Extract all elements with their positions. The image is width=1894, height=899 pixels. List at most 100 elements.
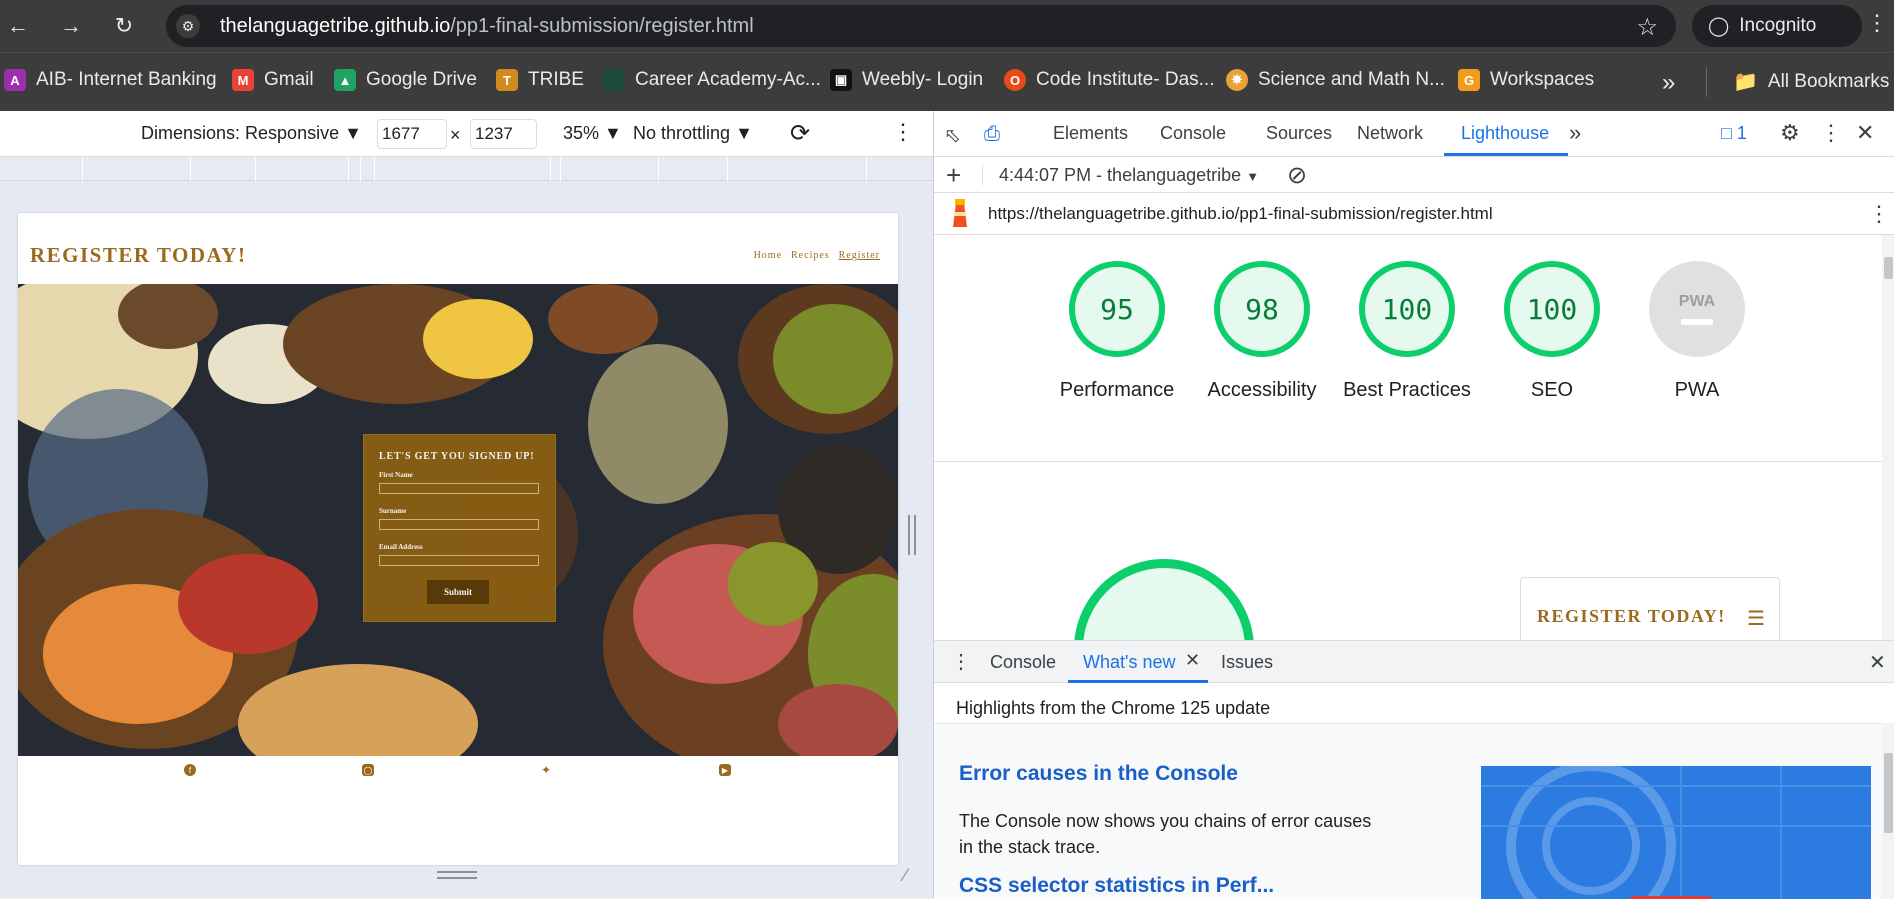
score-label-pwa: PWA (1674, 379, 1720, 401)
divider (934, 461, 1882, 462)
instagram-icon[interactable]: ◯ (362, 764, 374, 776)
report-url: https://thelanguagetribe.github.io/pp1-f… (988, 204, 1493, 223)
bookmark-gmail[interactable]: M Gmail (232, 69, 314, 91)
facebook-icon[interactable]: f (184, 764, 196, 776)
twitter-icon[interactable]: ✦ (540, 763, 552, 777)
url-path: /pp1-final-submission/register.html (450, 15, 754, 37)
drawer-tab-console[interactable]: Console (990, 652, 1056, 673)
zoom-dropdown[interactable]: 35% ▼ (563, 123, 622, 144)
nav-home[interactable]: Home (754, 250, 782, 261)
drawer-tab-issues[interactable]: Issues (1221, 652, 1273, 673)
device-toolbar-menu-icon[interactable]: ⋮ (892, 119, 914, 145)
devtools-menu-icon[interactable]: ⋮ (1820, 120, 1842, 146)
page-title: REGISTER TODAY! (30, 243, 247, 267)
device-width-input[interactable] (377, 119, 447, 149)
drawer-tab-whats-new[interactable]: What's new (1083, 652, 1175, 673)
bookmark-weebly[interactable]: ▣ Weebly- Login (830, 69, 983, 91)
more-tabs-icon[interactable]: » (1569, 120, 1581, 146)
clear-report-icon[interactable]: ⊘ (1287, 161, 1307, 190)
surname-field[interactable] (379, 519, 539, 530)
bookmark-label: Career Academy-Ac... (635, 69, 821, 90)
email-field[interactable] (379, 555, 539, 566)
tab-elements[interactable]: Elements (1053, 123, 1128, 144)
zoom-label: 35% (563, 123, 600, 143)
hero-image: LET'S GET YOU SIGNED UP! First Name Surn… (18, 284, 898, 756)
tab-sources[interactable]: Sources (1266, 123, 1332, 144)
tab-network[interactable]: Network (1357, 123, 1423, 144)
dimensions-dropdown[interactable]: Dimensions: Responsive ▼ (141, 123, 362, 144)
bookmark-career-academy[interactable]: Career Academy-Ac... (603, 69, 821, 91)
score-gauge-accessibility[interactable]: 98 (1214, 261, 1310, 357)
bookmark-science-math[interactable]: ✸ Science and Math N... (1226, 69, 1445, 91)
device-toggle-icon[interactable]: ⎙ (984, 123, 1000, 146)
devtools-drawer: ⋮ Console What's new ✕ Issues ✕ Highligh… (934, 640, 1894, 899)
drawer-scrollbar[interactable] (1882, 723, 1894, 899)
rotate-icon[interactable]: ⟳ (790, 119, 810, 148)
url-text[interactable]: thelanguagetribe.github.io/pp1-final-sub… (220, 15, 754, 38)
reload-icon[interactable]: ↻ (108, 10, 140, 42)
device-height-input[interactable] (470, 119, 537, 149)
first-name-field[interactable] (379, 483, 539, 494)
promo-image[interactable] (1481, 766, 1871, 899)
submit-button[interactable]: Submit (427, 580, 489, 604)
scrollbar-thumb[interactable] (1884, 257, 1893, 279)
resize-handle-right[interactable] (908, 515, 916, 555)
pwa-badge-icon[interactable]: PWA (1649, 261, 1745, 357)
bookmark-tribe[interactable]: T TRIBE (496, 69, 584, 91)
tab-lighthouse[interactable]: Lighthouse (1461, 123, 1549, 144)
close-drawer-icon[interactable]: ✕ (1869, 650, 1886, 675)
score-label-best-practices: Best Practices (1343, 379, 1471, 401)
thumbnail-title: REGISTER TODAY! (1537, 606, 1726, 626)
resize-corner-handle[interactable]: ∕ (904, 865, 907, 886)
report-selector[interactable]: 4:44:07 PM - thelanguagetribe ▼ (999, 165, 1259, 186)
address-bar[interactable]: ⚙ thelanguagetribe.github.io/pp1-final-s… (166, 5, 1676, 47)
nav-recipes[interactable]: Recipes (791, 250, 830, 261)
bookmark-google-drive[interactable]: ▲ Google Drive (334, 69, 477, 91)
score-gauge-performance[interactable]: 95 (1069, 261, 1165, 357)
back-arrow-icon[interactable]: ← (2, 10, 34, 42)
forward-arrow-icon[interactable]: → (55, 10, 87, 42)
incognito-label: Incognito (1739, 15, 1817, 36)
score-gauge-seo[interactable]: 100 (1504, 261, 1600, 357)
report-label: 4:44:07 PM - thelanguagetribe (999, 165, 1242, 185)
report-scrollbar[interactable] (1882, 235, 1894, 640)
incognito-badge[interactable]: ◯ Incognito (1692, 5, 1862, 47)
nav-register[interactable]: Register (839, 250, 880, 261)
close-devtools-icon[interactable]: ✕ (1856, 120, 1874, 146)
inspect-element-icon[interactable]: ⬁ (944, 123, 961, 148)
resize-handle-bottom[interactable] (437, 871, 477, 879)
whats-new-highlights: Highlights from the Chrome 125 update (956, 698, 1271, 718)
bookmarks-overflow-icon[interactable]: » (1662, 69, 1675, 97)
bookmark-label: Google Drive (366, 69, 477, 90)
site-nav: Home Recipes Register (754, 250, 880, 261)
throttling-dropdown[interactable]: No throttling ▼ (633, 123, 753, 144)
issues-counter[interactable]: □ 1 (1721, 123, 1747, 144)
all-bookmarks[interactable]: 📁 All Bookmarks (1733, 69, 1889, 94)
bookmark-aib[interactable]: A AIB- Internet Banking (4, 69, 217, 91)
scrollbar-thumb[interactable] (1884, 753, 1893, 833)
bookmark-code-institute[interactable]: O Code Institute- Das... (1004, 69, 1214, 91)
social-footer: f ◯ ✦ ▶ (18, 758, 898, 782)
pwa-badge-text: PWA (1678, 293, 1716, 310)
close-tab-icon[interactable]: ✕ (1185, 650, 1200, 671)
bookmark-workspaces[interactable]: G Workspaces (1458, 69, 1594, 91)
weebly-icon: ▣ (830, 69, 852, 91)
score-label-seo: SEO (1530, 379, 1574, 401)
new-report-plus-icon[interactable]: + (946, 160, 961, 191)
bookmark-label: Code Institute- Das... (1036, 69, 1215, 90)
devtools-tab-bar: ⬁ ⎙ Elements Console Sources Network Lig… (934, 111, 1894, 157)
tab-console[interactable]: Console (1160, 123, 1226, 144)
site-info-icon[interactable]: ⚙ (176, 14, 200, 38)
media-query-ruler[interactable] (0, 157, 933, 181)
youtube-icon[interactable]: ▶ (719, 764, 731, 776)
score-gauge-best-practices[interactable]: 100 (1359, 261, 1455, 357)
browser-menu-icon[interactable]: ⋮ (1866, 10, 1888, 36)
bookmark-star-icon[interactable]: ☆ (1636, 13, 1658, 42)
next-article-title[interactable]: CSS selector statistics in Perf... (959, 874, 1274, 898)
settings-gear-icon[interactable]: ⚙ (1780, 120, 1800, 146)
surname-label: Surname (379, 507, 407, 515)
drawer-tab-bar: ⋮ Console What's new ✕ Issues ✕ (934, 641, 1894, 683)
report-menu-icon[interactable]: ⋮ (1868, 201, 1890, 227)
article-title[interactable]: Error causes in the Console (959, 762, 1238, 786)
drawer-menu-icon[interactable]: ⋮ (951, 649, 971, 674)
